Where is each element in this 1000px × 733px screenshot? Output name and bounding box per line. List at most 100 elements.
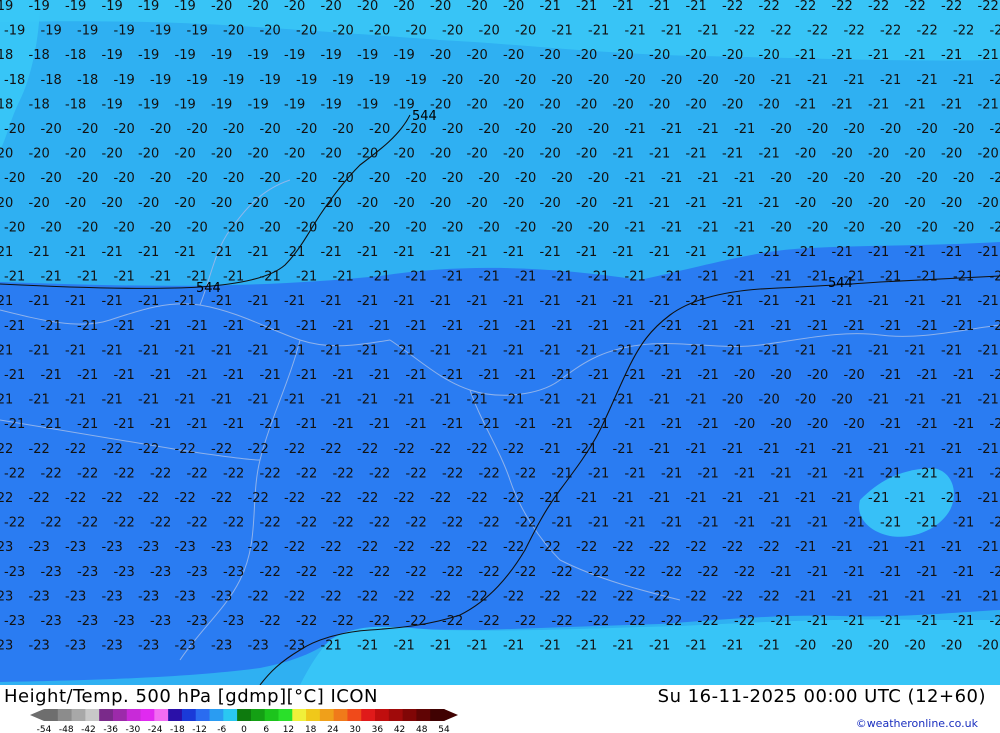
isotherm-value: -20 [442,220,463,235]
isotherm-value: -19 [102,97,123,112]
isotherm-value: -20 [722,48,743,63]
isotherm-value: -20 [442,122,463,137]
isotherm-value: -21 [978,245,999,260]
isotherm-value: -22 [150,516,171,531]
isotherm-value: -21 [978,97,999,112]
isotherm-value: -21 [588,516,609,531]
isotherm-value: -21 [588,417,609,432]
isotherm-value: -20 [442,73,463,88]
isotherm-value: -20 [114,171,135,186]
isotherm-value: -20 [77,220,98,235]
isotherm-value: -21 [138,294,159,309]
isotherm-value: -19 [102,0,123,14]
isotherm-value: -20 [953,122,974,137]
isotherm-value: -20 [479,122,500,137]
isotherm-value: -21 [613,147,634,162]
isotherm-value: -21 [406,417,427,432]
isotherm-value: -22 [65,491,86,506]
isotherm-value: -21 [941,540,962,555]
isotherm-value: -21 [114,319,135,334]
isotherm-value: -22 [442,614,463,629]
legend-swatch [278,709,293,721]
isotherm-value: -21 [187,368,208,383]
isotherm-value: -19 [0,0,13,14]
isotherm-value: -21 [369,270,390,285]
isotherm-value: -20 [576,196,597,211]
isotherm-value: -21 [442,270,463,285]
isotherm-value: -19 [150,73,171,88]
isotherm-value: -21 [990,319,1000,334]
isotherm-value: -21 [771,614,792,629]
isotherm-value: -22 [296,516,317,531]
isotherm-value: -23 [175,589,196,604]
isotherm-value: -22 [357,540,378,555]
legend-tick-label: -48 [59,725,74,733]
isotherm-value: -22 [722,0,743,14]
isotherm-value: -20 [442,24,463,39]
isotherm-value: -22 [4,466,25,481]
isotherm-value: -22 [686,540,707,555]
isotherm-value: -23 [4,614,25,629]
isotherm-value: -20 [260,122,281,137]
isotherm-value: -22 [394,540,415,555]
isotherm-value: -19 [4,24,25,39]
isotherm-value: -20 [296,122,317,137]
isotherm-value: -23 [211,639,232,654]
isotherm-value: -21 [442,417,463,432]
credit-link[interactable]: ©weatheronline.co.uk [856,717,978,730]
isotherm-value: -22 [0,491,13,506]
isotherm-value: -21 [759,639,780,654]
isotherm-value: -21 [321,343,342,358]
isotherm-value: -20 [503,147,524,162]
isotherm-value: -22 [722,540,743,555]
isotherm-value: -19 [357,48,378,63]
isotherm-value: -23 [248,639,269,654]
isotherm-value: -22 [430,442,451,457]
isotherm-value: -21 [868,491,889,506]
isotherm-value: -23 [4,565,25,580]
isotherm-value: -21 [990,368,1000,383]
legend-swatch [85,709,100,721]
isotherm-value: -21 [430,343,451,358]
isotherm-value: -20 [41,171,62,186]
isotherm-value: -22 [296,565,317,580]
isotherm-value: -20 [953,171,974,186]
isotherm-value: -22 [734,24,755,39]
isotherm-value: -23 [102,639,123,654]
isotherm-value: -21 [357,343,378,358]
isotherm-value: -22 [248,540,269,555]
isotherm-value: -21 [4,368,25,383]
legend-tick-label: 0 [241,725,247,733]
isotherm-value: -21 [77,319,98,334]
isotherm-value: -20 [369,220,390,235]
isotherm-value: -21 [77,417,98,432]
isotherm-value: -22 [467,442,488,457]
isotherm-value: -21 [698,122,719,137]
isotherm-value: -20 [941,639,962,654]
isotherm-value: -20 [540,147,561,162]
isotherm-value: -21 [759,196,780,211]
isotherm-value: -22 [321,491,342,506]
isotherm-value: -21 [333,368,354,383]
legend-tick-label: -6 [217,725,226,733]
isotherm-value: -21 [880,73,901,88]
isotherm-value: -22 [978,0,999,14]
isotherm-value: -21 [978,589,999,604]
isotherm-value: -22 [722,589,743,604]
legend-tick-label: -12 [192,725,207,733]
isotherm-value: -19 [284,97,305,112]
isotherm-value: -21 [248,245,269,260]
isotherm-value: -21 [795,245,816,260]
isotherm-value: -22 [588,565,609,580]
isotherm-value: -21 [613,294,634,309]
isotherm-value: -23 [114,614,135,629]
isotherm-value: -20 [832,196,853,211]
isotherm-value: -20 [394,196,415,211]
isotherm-value: -20 [613,97,634,112]
isotherm-value: -20 [260,24,281,39]
isotherm-value: -23 [41,565,62,580]
isotherm-value: -21 [941,294,962,309]
isotherm-value: -21 [406,319,427,334]
isotherm-value: -20 [832,639,853,654]
isotherm-value: -22 [990,24,1000,39]
